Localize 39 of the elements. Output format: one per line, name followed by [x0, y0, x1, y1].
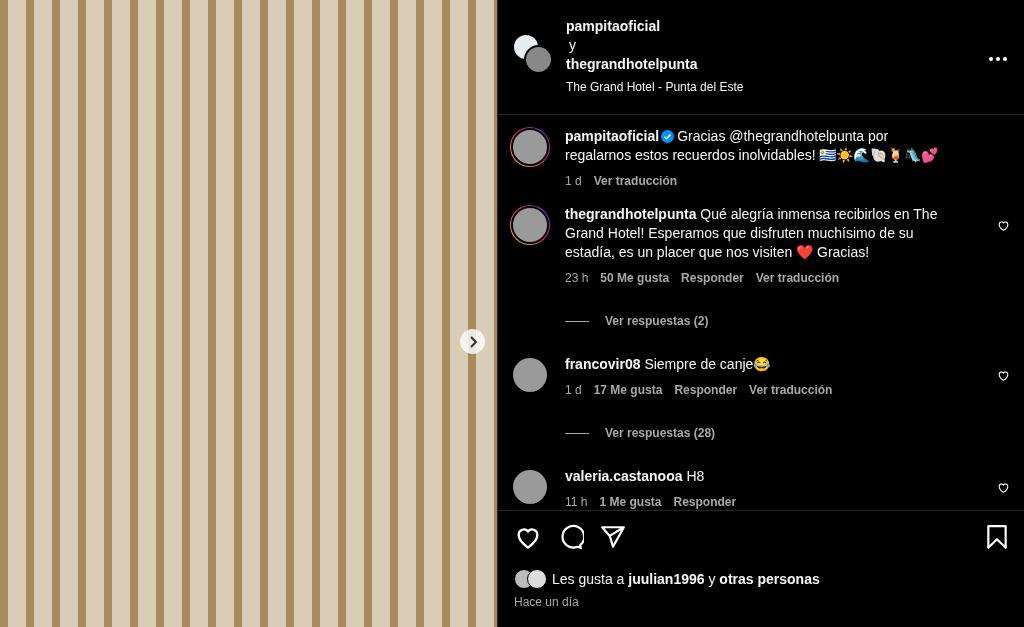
view-replies-link[interactable]: Ver respuestas (28) [605, 424, 716, 443]
likes-count[interactable]: 50 Me gusta [600, 269, 670, 288]
like-comment-button[interactable] [997, 369, 1010, 382]
conjunction-text: y [568, 36, 577, 55]
post-time: Hace un día [514, 595, 580, 609]
comment-text: valeria.castanooa H8 [565, 467, 706, 486]
share-button[interactable] [600, 524, 626, 550]
bookmark-button[interactable] [986, 524, 1008, 550]
like-comment-button[interactable] [997, 219, 1010, 232]
comment-text: francovir08 Siempre de canje😂 [565, 355, 772, 374]
username-link[interactable]: thegrandhotelpunta [566, 55, 988, 74]
chevron-icon [467, 335, 478, 348]
view-replies-link[interactable]: Ver respuestas (2) [605, 312, 709, 331]
likes-count[interactable]: 17 Me gusta [593, 381, 663, 400]
comment-text: pampitaoficial Gracias @thegrandhotelpunta por regalarnos estos recuerdos inolvidables! 🇺🇾☀🌊🐚🍹🛝💕 [565, 127, 940, 165]
avatar[interactable] [510, 205, 550, 245]
comment-action[interactable]: Ver traducción [749, 381, 833, 400]
like-comment-button[interactable] [997, 481, 1010, 494]
avatar[interactable] [510, 127, 550, 167]
likes-text: Les gusta a juulian1996 y otras personas [552, 571, 820, 587]
comment-time: 11 h [565, 494, 588, 510]
comment-time: 23 h [565, 270, 589, 287]
comment-time: 1 d [565, 173, 582, 190]
comment-text: thegrandhotelpunta Qué alegría inmensa recibirlos en The Grand Hotel! Esperamos que disfruten muchísimo de su estadía, es un placer que nos visiten ❤ Gracias! [565, 205, 939, 262]
more-icon [988, 55, 1008, 62]
comment-action[interactable]: Responder [681, 269, 744, 288]
comment-time: 1 d [565, 382, 582, 399]
comment-button[interactable] [558, 524, 584, 550]
likes-count[interactable]: 1 Me gusta [599, 493, 662, 510]
location-link[interactable]: The Grand Hotel - Punta del Este [566, 78, 988, 97]
avatar[interactable] [513, 358, 547, 392]
comment-action[interactable]: Responder [673, 493, 737, 510]
next-button[interactable] [460, 329, 485, 354]
avatar[interactable] [513, 470, 547, 504]
comment-action[interactable]: Ver traducción [593, 172, 678, 191]
avatar [527, 569, 547, 589]
comment-action[interactable]: Responder [674, 381, 738, 400]
comment-action[interactable]: Ver traducción [755, 269, 840, 288]
username-link[interactable]: pampitaoficial [566, 17, 988, 36]
